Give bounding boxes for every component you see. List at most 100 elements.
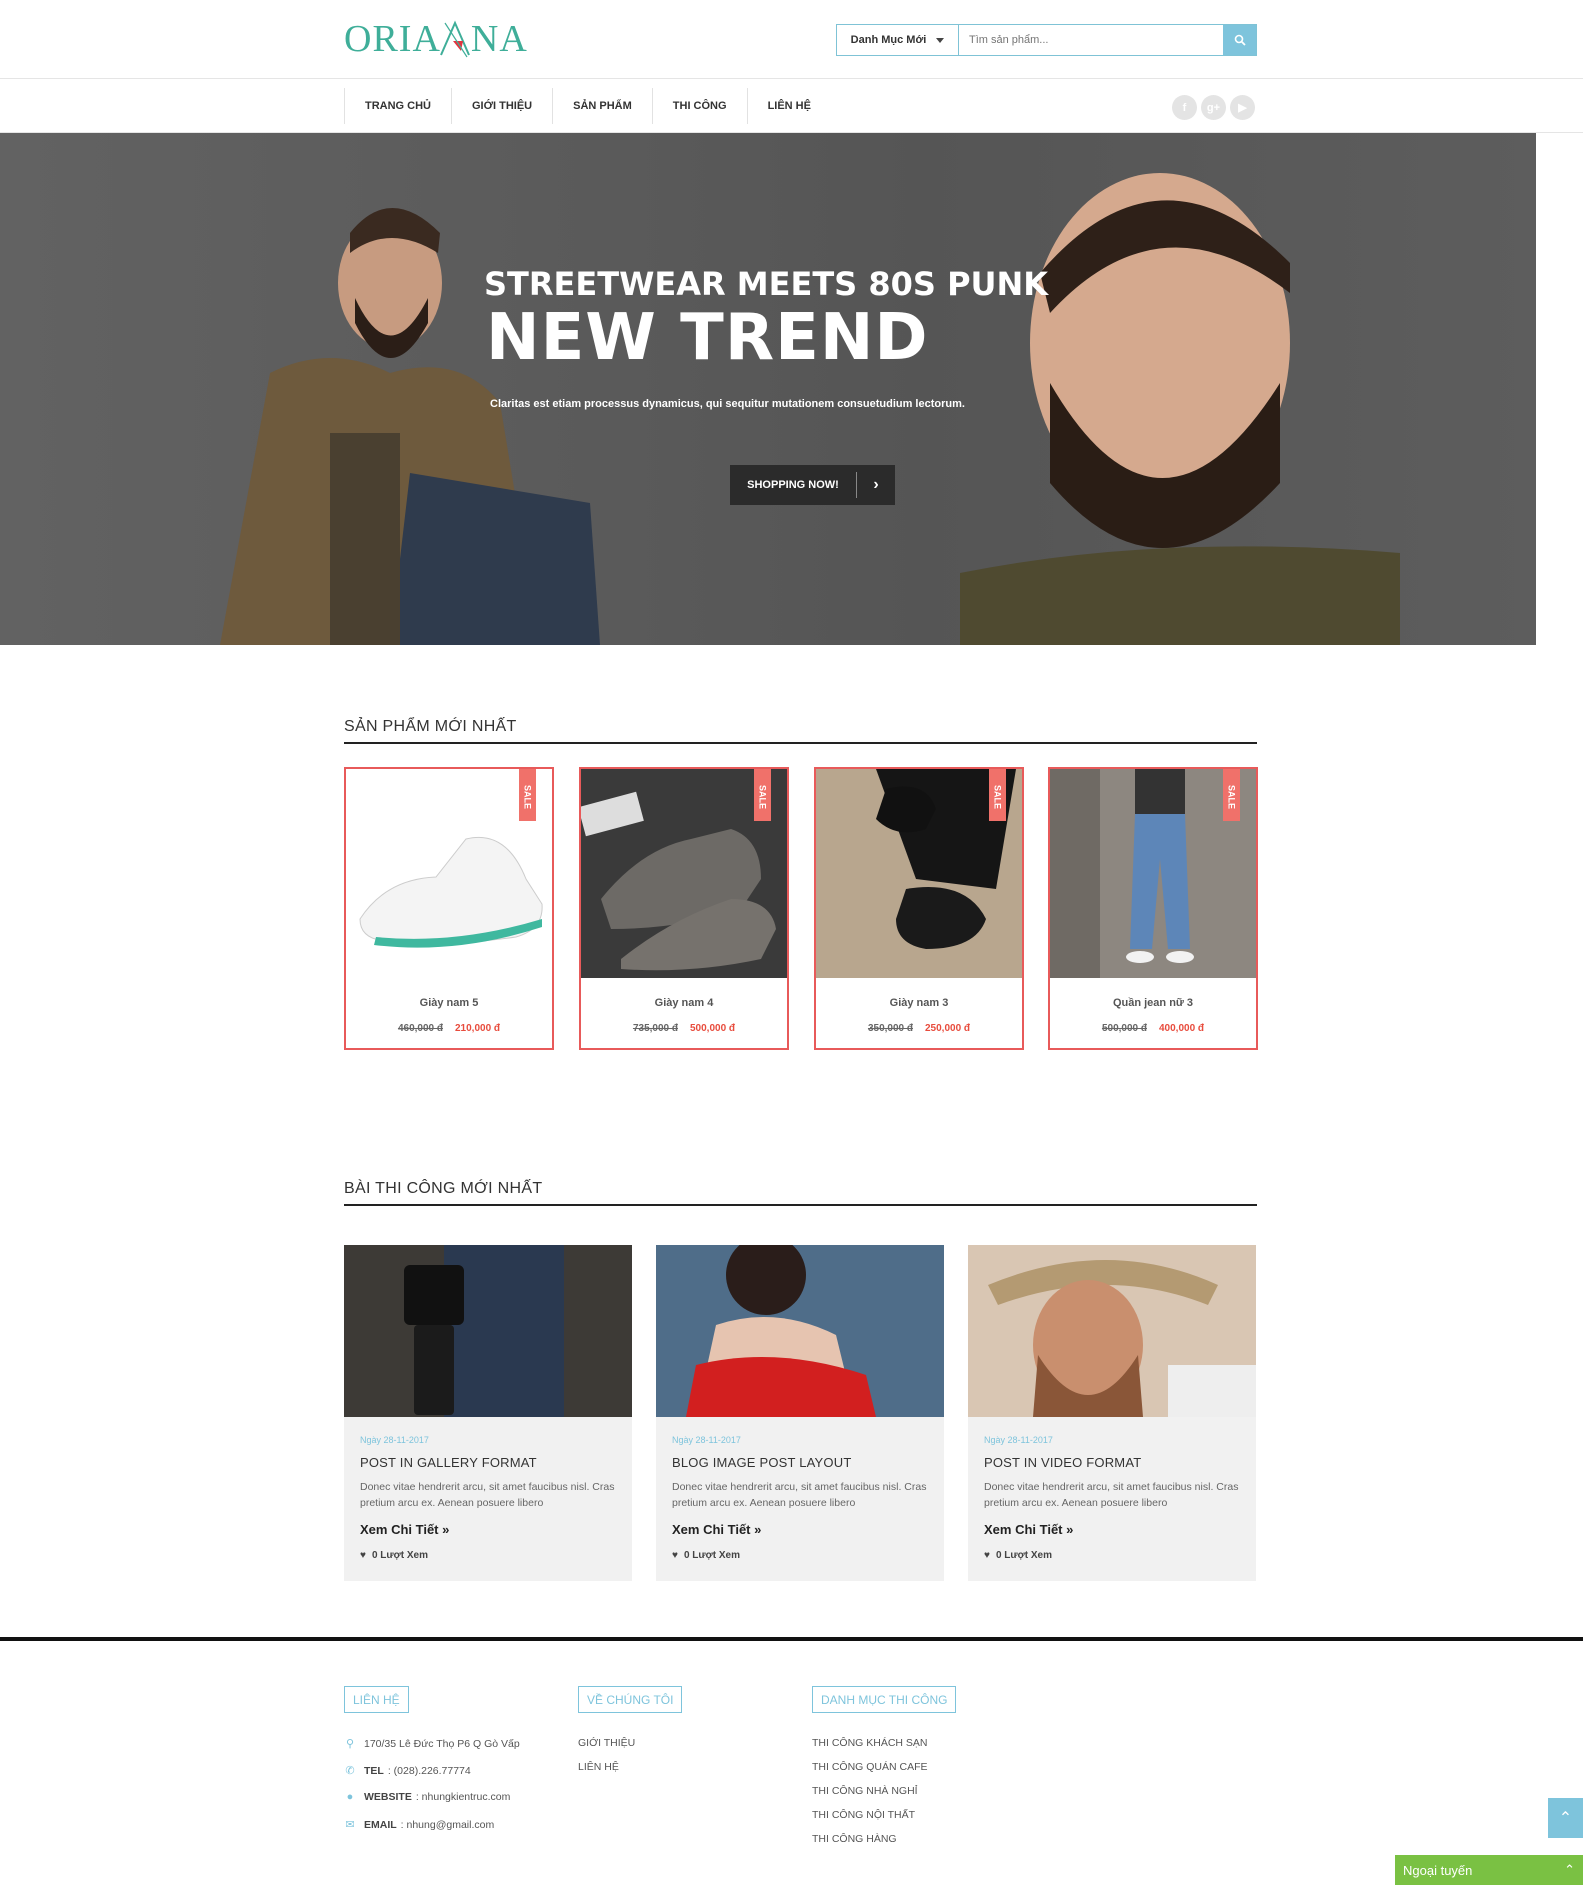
sale-price: 400,000 đ [1159, 1023, 1205, 1034]
footer-link-category[interactable]: THI CÔNG HÀNG [812, 1833, 897, 1845]
search-button[interactable] [1223, 25, 1256, 55]
post-image[interactable] [656, 1245, 944, 1417]
product-price: 735,000 đ 500,000 đ [581, 1023, 787, 1034]
email-label: EMAIL [364, 1818, 397, 1831]
footer-about-title: VỀ CHÚNG TÔI [578, 1686, 683, 1713]
product-name[interactable]: Giày nam 3 [816, 997, 1022, 1009]
old-price: 500,000 đ [1101, 1023, 1147, 1034]
post-date: Ngày 28-11-2017 [360, 1435, 429, 1445]
product-name[interactable]: Giày nam 5 [346, 997, 552, 1009]
tel-label: TEL [364, 1764, 384, 1777]
phone-icon: ✆ [345, 1765, 355, 1777]
post-views: ♥ 0 Lượt Xem [360, 1550, 428, 1561]
nav-menu: TRANG CHỦ GIỚI THIỆU SẢN PHẨM THI CÔNG L… [344, 88, 831, 124]
product-card[interactable]: SALE Quần jean nữ 3 500,000 đ 400,000 đ [1048, 767, 1258, 1050]
nav-item-about[interactable]: GIỚI THIỆU [451, 88, 552, 124]
double-chevron-right-icon: » [442, 1522, 450, 1537]
nav-item-construction[interactable]: THI CÔNG [651, 88, 747, 124]
product-price: 500,000 đ 400,000 đ [1050, 1023, 1256, 1034]
nav-item-home[interactable]: TRANG CHỦ [344, 88, 451, 124]
footer-address: ⚲ 170/35 Lê Đức Thọ P6 Q Gò Vấp [344, 1737, 520, 1751]
footer-link-category[interactable]: THI CÔNG KHÁCH SẠN [812, 1737, 928, 1749]
envelope-icon: ✉ [345, 1819, 355, 1831]
footer-link-category[interactable]: THI CÔNG QUÁN CAFE [812, 1761, 928, 1773]
map-marker-icon: ⚲ [345, 1738, 355, 1750]
sale-badge: SALE [989, 769, 1006, 821]
post-title[interactable]: POST IN GALLERY FORMAT [360, 1455, 537, 1470]
youtube-icon[interactable]: ▶ [1230, 95, 1255, 120]
logo-text-right: NA [470, 18, 528, 60]
email-value[interactable]: : nhung@gmail.com [401, 1819, 495, 1831]
site-footer: LIÊN HỆ ⚲ 170/35 Lê Đức Thọ P6 Q Gò Vấp ✆… [0, 1637, 1583, 1885]
facebook-icon[interactable]: f [1172, 95, 1197, 120]
website-value[interactable]: : nhungkientruc.com [416, 1791, 511, 1803]
shopping-now-label: SHOPPING NOW! [730, 472, 857, 498]
product-price: 350,000 đ 250,000 đ [816, 1023, 1022, 1034]
post-date: Ngày 28-11-2017 [672, 1435, 741, 1445]
read-more-label: Xem Chi Tiết [984, 1522, 1063, 1537]
product-card[interactable]: SALE Giày nam 5 460,000 đ 210,000 đ [344, 767, 554, 1050]
post-title[interactable]: BLOG IMAGE POST LAYOUT [672, 1455, 851, 1470]
footer-link-category[interactable]: THI CÔNG NHÀ NGHỈ [812, 1785, 918, 1797]
tel-value: : (028).226.77774 [387, 1764, 471, 1777]
nav-item-contact[interactable]: LIÊN HỆ [746, 88, 831, 124]
post-card: Ngày 28-11-2017 POST IN VIDEO FORMAT Don… [968, 1245, 1256, 1581]
social-links: f g+ ▶ [1172, 95, 1255, 120]
category-select[interactable]: Danh Mục Mới [837, 25, 959, 55]
posts-section-title: BÀI THI CÔNG MỚI NHẤT [344, 1180, 1257, 1206]
sale-price: 250,000 đ [925, 1023, 971, 1034]
search-icon [1234, 34, 1246, 46]
address-text: 170/35 Lê Đức Thọ P6 Q Gò Vấp [364, 1737, 520, 1750]
live-chat-widget[interactable]: Ngoại tuyến ⌃ [1395, 1855, 1583, 1885]
sale-price: 210,000 đ [455, 1023, 501, 1034]
views-count: 0 Lượt Xem [371, 1550, 428, 1561]
footer-link-category[interactable]: THI CÔNG NỘI THẤT [812, 1809, 915, 1821]
footer-email: ✉ EMAIL : nhung@gmail.com [344, 1818, 495, 1832]
views-count: 0 Lượt Xem [683, 1550, 740, 1561]
chevron-up-icon[interactable]: ⌃ [1564, 1862, 1575, 1878]
chevron-up-icon: ⌃ [1558, 1810, 1573, 1827]
post-date: Ngày 28-11-2017 [984, 1435, 1053, 1445]
product-card[interactable]: SALE Giày nam 3 350,000 đ 250,000 đ [814, 767, 1024, 1050]
old-price: 735,000 đ [632, 1023, 678, 1034]
category-select-label: Danh Mục Mới [850, 34, 927, 46]
post-image[interactable] [344, 1245, 632, 1417]
views-count: 0 Lượt Xem [995, 1550, 1052, 1561]
search-input[interactable] [959, 25, 1223, 55]
sale-badge: SALE [519, 769, 536, 821]
footer-link-contact[interactable]: LIÊN HỆ [578, 1761, 619, 1773]
logo-text-left: ORIA [344, 18, 441, 60]
products-section-title: SẢN PHẨM MỚI NHẤT [344, 718, 1257, 744]
post-card: Ngày 28-11-2017 BLOG IMAGE POST LAYOUT D… [656, 1245, 944, 1581]
read-more-label: Xem Chi Tiết [360, 1522, 439, 1537]
product-price: 460,000 đ 210,000 đ [346, 1023, 552, 1034]
sale-badge: SALE [1223, 769, 1240, 821]
hero-model-right-image [960, 173, 1400, 645]
post-views: ♥ 0 Lượt Xem [672, 1550, 740, 1561]
footer-link-about[interactable]: GIỚI THIỆU [578, 1737, 635, 1749]
site-logo[interactable]: ORIA NA [344, 14, 528, 64]
google-plus-icon[interactable]: g+ [1201, 95, 1226, 120]
post-views: ♥ 0 Lượt Xem [984, 1550, 1052, 1561]
hero-banner: STREETWEAR MEETS 80S PUNK NEW TREND Clar… [0, 133, 1536, 645]
product-card[interactable]: SALE Giày nam 4 735,000 đ 500,000 đ [579, 767, 789, 1050]
post-title[interactable]: POST IN VIDEO FORMAT [984, 1455, 1141, 1470]
shopping-now-button[interactable]: SHOPPING NOW! › [730, 465, 895, 505]
product-name[interactable]: Giày nam 4 [581, 997, 787, 1009]
heart-icon: ♥ [360, 1550, 366, 1561]
nav-item-products[interactable]: SẢN PHẨM [552, 88, 652, 124]
read-more-link[interactable]: Xem Chi Tiết » [984, 1522, 1073, 1537]
heart-icon: ♥ [672, 1550, 678, 1561]
footer-contact-title: LIÊN HỆ [344, 1686, 409, 1713]
read-more-link[interactable]: Xem Chi Tiết » [360, 1522, 449, 1537]
post-image[interactable] [968, 1245, 1256, 1417]
scroll-to-top-button[interactable]: ⌃ [1548, 1798, 1583, 1838]
post-excerpt: Donec vitae hendrerit arcu, sit amet fau… [672, 1481, 927, 1509]
sale-badge: SALE [754, 769, 771, 821]
sale-price: 500,000 đ [690, 1023, 736, 1034]
search-bar: Danh Mục Mới [836, 24, 1257, 56]
hero-description: Claritas est etiam processus dynamicus, … [490, 398, 965, 410]
read-more-link[interactable]: Xem Chi Tiết » [672, 1522, 761, 1537]
product-name[interactable]: Quần jean nữ 3 [1050, 997, 1256, 1009]
chevron-right-icon: › [873, 476, 879, 493]
